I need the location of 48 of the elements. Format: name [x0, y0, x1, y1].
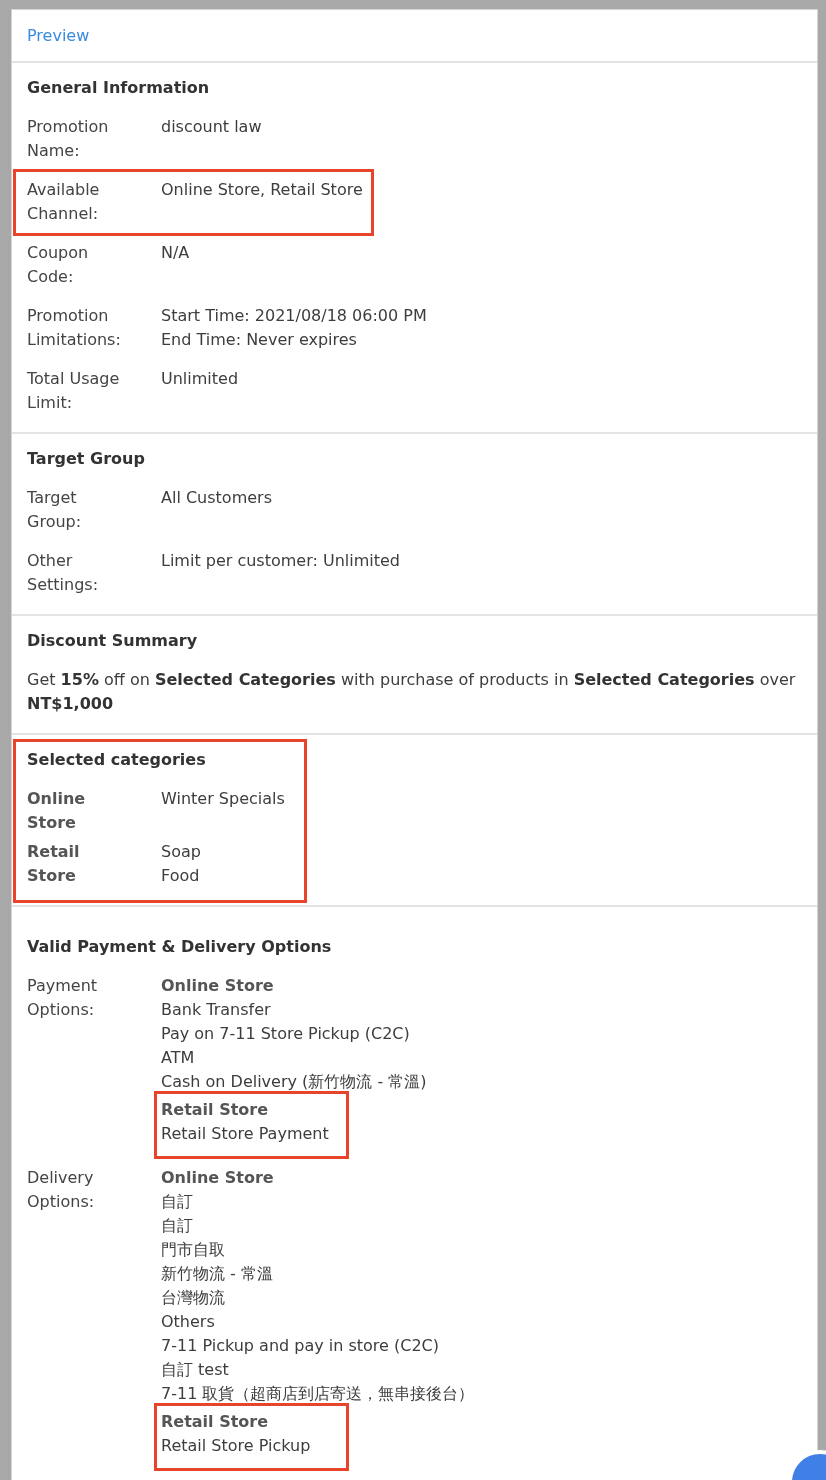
- option-item: 門市自取: [161, 1239, 225, 1261]
- field-label: Coupon Code:: [27, 242, 90, 288]
- category-value: Soap: [161, 841, 201, 863]
- option-item: Others: [161, 1311, 215, 1333]
- field-value: End Time: Never expires: [161, 329, 357, 351]
- field-label: Total Usage Limit:: [27, 368, 121, 414]
- option-item: Pay on 7-11 Store Pickup (C2C): [161, 1023, 410, 1045]
- option-item: 7-11 取貨（超商店到店寄送，無串接後台）: [161, 1383, 475, 1405]
- option-item: ATM: [161, 1047, 195, 1069]
- option-item: 7-11 Pickup and pay in store (C2C): [161, 1335, 440, 1357]
- category-label: Retail Store: [27, 841, 81, 887]
- field-value: N/A: [161, 242, 190, 264]
- field-label: Promotion Limitations:: [27, 305, 122, 351]
- section-heading: Valid Payment & Delivery Options: [27, 936, 333, 958]
- field-value: All Customers: [161, 487, 272, 509]
- channel-name: Retail Store: [161, 1411, 269, 1433]
- field-label: Promotion Name:: [27, 116, 110, 162]
- option-item: Retail Store Pickup: [161, 1435, 311, 1457]
- option-label: Payment Options:: [27, 975, 99, 1021]
- option-item: Bank Transfer: [161, 999, 271, 1021]
- category-value: Winter Specials: [161, 788, 285, 810]
- option-item: 自訂: [161, 1191, 193, 1213]
- category-label: Online Store: [27, 788, 87, 834]
- field-value: Start Time: 2021/08/18 06:00 PM: [161, 305, 427, 327]
- option-item: 自訂 test: [161, 1359, 229, 1381]
- option-label: Delivery Options:: [27, 1167, 96, 1213]
- field-label: Other Settings:: [27, 550, 99, 596]
- section-heading: General Information: [27, 77, 211, 99]
- section-heading: Discount Summary: [27, 630, 199, 652]
- field-value: Limit per customer: Unlimited: [161, 550, 400, 572]
- field-value: Online Store, Retail Store: [161, 179, 363, 201]
- field-label: Available Channel:: [27, 179, 101, 225]
- channel-name: Online Store: [161, 975, 274, 997]
- field-label: Target Group:: [27, 487, 83, 533]
- panel-title: Preview: [27, 26, 90, 45]
- option-item: 台灣物流: [161, 1287, 225, 1309]
- channel-name: Online Store: [161, 1167, 274, 1189]
- option-item: 自訂: [161, 1215, 193, 1237]
- field-value: Unlimited: [161, 368, 239, 390]
- channel-name: Retail Store: [161, 1099, 269, 1121]
- field-value: discount law: [161, 116, 262, 138]
- category-value: Food: [161, 865, 200, 887]
- section-heading: Selected categories: [27, 749, 207, 771]
- option-item: Retail Store Payment: [161, 1123, 329, 1145]
- option-item: Cash on Delivery (新竹物流 - 常溫): [161, 1071, 427, 1093]
- summary-text: Get 15% off on Selected Categories with purchase of products in Selected Categories over NT$1,000: [27, 669, 797, 715]
- option-item: 新竹物流 - 常溫: [161, 1263, 273, 1285]
- section-heading: Target Group: [27, 448, 146, 470]
